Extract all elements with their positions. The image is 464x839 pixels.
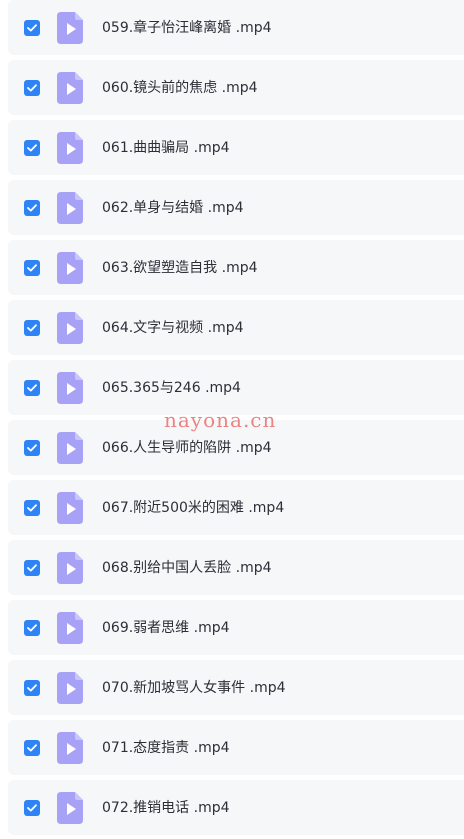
video-file-icon <box>57 132 83 164</box>
file-name[interactable]: 062.单身与结婚 .mp4 <box>102 198 244 218</box>
file-row[interactable]: 067.附近500米的困难 .mp4 <box>8 480 464 535</box>
file-row[interactable]: 072.推销电话 .mp4 <box>8 780 464 835</box>
file-name[interactable]: 064.文字与视频 .mp4 <box>102 318 244 338</box>
checkmark-icon <box>27 204 37 212</box>
checkmark-icon <box>27 84 37 92</box>
file-checkbox[interactable] <box>24 380 40 396</box>
video-file-icon <box>57 492 83 524</box>
file-name[interactable]: 059.章子怡汪峰离婚 .mp4 <box>102 18 272 38</box>
file-row[interactable]: 069.弱者思维 .mp4 <box>8 600 464 655</box>
file-checkbox[interactable] <box>24 620 40 636</box>
file-checkbox[interactable] <box>24 440 40 456</box>
file-checkbox[interactable] <box>24 500 40 516</box>
file-row[interactable]: 071.态度指责 .mp4 <box>8 720 464 775</box>
file-name[interactable]: 070.新加坡骂人女事件 .mp4 <box>102 678 286 698</box>
checkmark-icon <box>27 624 37 632</box>
checkmark-icon <box>27 144 37 152</box>
file-name[interactable]: 061.曲曲骗局 .mp4 <box>102 138 230 158</box>
file-checkbox[interactable] <box>24 140 40 156</box>
checkmark-icon <box>27 384 37 392</box>
file-name[interactable]: 067.附近500米的困难 .mp4 <box>102 498 284 518</box>
video-file-icon <box>57 672 83 704</box>
video-file-icon <box>57 792 83 824</box>
checkmark-icon <box>27 444 37 452</box>
watermark: nayona.cn <box>164 408 277 432</box>
file-checkbox[interactable] <box>24 320 40 336</box>
file-row[interactable]: 061.曲曲骗局 .mp4 <box>8 120 464 175</box>
video-file-icon <box>57 12 83 44</box>
file-name[interactable]: 063.欲望塑造自我 .mp4 <box>102 258 258 278</box>
file-row[interactable]: 068.别给中国人丢脸 .mp4 <box>8 540 464 595</box>
checkmark-icon <box>27 24 37 32</box>
file-name[interactable]: 069.弱者思维 .mp4 <box>102 618 230 638</box>
file-row[interactable]: 064.文字与视频 .mp4 <box>8 300 464 355</box>
file-row[interactable]: 063.欲望塑造自我 .mp4 <box>8 240 464 295</box>
file-checkbox[interactable] <box>24 680 40 696</box>
file-checkbox[interactable] <box>24 200 40 216</box>
video-file-icon <box>57 732 83 764</box>
checkmark-icon <box>27 804 37 812</box>
video-file-icon <box>57 372 83 404</box>
file-row[interactable]: 065.365与246 .mp4 <box>8 360 464 415</box>
file-checkbox[interactable] <box>24 740 40 756</box>
file-checkbox[interactable] <box>24 260 40 276</box>
file-name[interactable]: 071.态度指责 .mp4 <box>102 738 230 758</box>
video-file-icon <box>57 432 83 464</box>
file-checkbox[interactable] <box>24 800 40 816</box>
video-file-icon <box>57 72 83 104</box>
video-file-icon <box>57 612 83 644</box>
file-checkbox[interactable] <box>24 80 40 96</box>
checkmark-icon <box>27 564 37 572</box>
file-name[interactable]: 066.人生导师的陷阱 .mp4 <box>102 438 272 458</box>
video-file-icon <box>57 252 83 284</box>
checkmark-icon <box>27 744 37 752</box>
file-row[interactable]: 062.单身与结婚 .mp4 <box>8 180 464 235</box>
file-checkbox[interactable] <box>24 20 40 36</box>
video-file-icon <box>57 312 83 344</box>
file-name[interactable]: 065.365与246 .mp4 <box>102 378 241 398</box>
file-name[interactable]: 072.推销电话 .mp4 <box>102 798 230 818</box>
checkmark-icon <box>27 324 37 332</box>
checkmark-icon <box>27 504 37 512</box>
file-name[interactable]: 060.镜头前的焦虑 .mp4 <box>102 78 258 98</box>
checkmark-icon <box>27 684 37 692</box>
file-name[interactable]: 068.别给中国人丢脸 .mp4 <box>102 558 272 578</box>
file-row[interactable]: 059.章子怡汪峰离婚 .mp4 <box>8 0 464 55</box>
video-file-icon <box>57 192 83 224</box>
file-row[interactable]: 070.新加坡骂人女事件 .mp4 <box>8 660 464 715</box>
video-file-icon <box>57 552 83 584</box>
checkmark-icon <box>27 264 37 272</box>
file-checkbox[interactable] <box>24 560 40 576</box>
file-row[interactable]: 060.镜头前的焦虑 .mp4 <box>8 60 464 115</box>
